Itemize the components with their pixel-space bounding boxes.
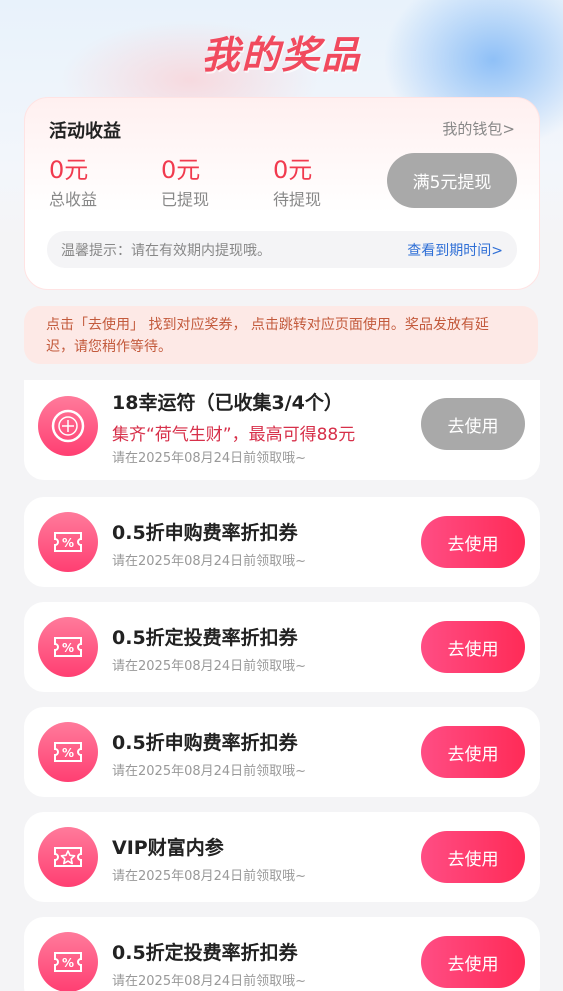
prize-name: VIP财富内参 xyxy=(112,837,224,859)
discount-ticket-icon: % xyxy=(38,512,98,572)
stat-label: 待提现 xyxy=(273,190,322,209)
stat-label: 已提现 xyxy=(161,190,210,209)
prize-name: 18幸运符（已收集3/4个） xyxy=(112,392,343,414)
prize-deadline: 请在2025年08月24日前领取哦~ xyxy=(112,869,307,884)
svg-text:%: % xyxy=(62,956,74,970)
prize-deadline: 请在2025年08月24日前领取哦~ xyxy=(112,554,307,569)
svg-text:%: % xyxy=(62,641,74,655)
use-button[interactable]: 去使用 xyxy=(421,726,525,778)
discount-ticket-icon: % xyxy=(38,722,98,782)
prize-deadline: 请在2025年08月24日前领取哦~ xyxy=(112,659,307,674)
use-button[interactable]: 去使用 xyxy=(421,831,525,883)
vip-star-ticket-icon xyxy=(38,827,98,887)
stat-value: 0元 xyxy=(161,156,201,184)
stat-value: 0元 xyxy=(273,156,313,184)
use-button[interactable]: 去使用 xyxy=(421,621,525,673)
use-button[interactable]: 去使用 xyxy=(421,398,525,450)
view-expiry-link[interactable]: 查看到期时间> xyxy=(407,240,503,260)
lucky-charm-icon xyxy=(38,396,98,456)
stat-value: 0元 xyxy=(49,156,89,184)
prize-item: % 0.5折申购费率折扣券 请在2025年08月24日前领取哦~ 去使用 xyxy=(24,497,540,587)
prize-name: 0.5折定投费率折扣券 xyxy=(112,627,298,649)
discount-ticket-icon: % xyxy=(38,617,98,677)
prize-item: 18幸运符（已收集3/4个） 集齐“荷气生财”，最高可得88元 请在2025年0… xyxy=(24,380,540,480)
stat-total-earnings: 0元 总收益 xyxy=(49,156,139,210)
discount-ticket-icon: % xyxy=(38,932,98,991)
prize-name: 0.5折申购费率折扣券 xyxy=(112,522,298,544)
prize-name: 0.5折申购费率折扣券 xyxy=(112,732,298,754)
earnings-card: 活动收益 我的钱包> 0元 总收益 0元 已提现 0元 待提现 满5元提现 温馨… xyxy=(24,97,540,290)
my-wallet-link[interactable]: 我的钱包> xyxy=(442,118,515,139)
stat-withdrawn: 0元 已提现 xyxy=(161,156,251,210)
prize-deadline: 请在2025年08月24日前领取哦~ xyxy=(112,974,307,989)
withdraw-button[interactable]: 满5元提现 xyxy=(387,153,517,208)
notice-banner: 点击「去使用」 找到对应奖券， 点击跳转对应页面使用。奖品发放有延迟，请您稍作等… xyxy=(24,306,538,364)
earnings-title: 活动收益 xyxy=(49,121,121,142)
tip-bar: 温馨提示：请在有效期内提现哦。 查看到期时间> xyxy=(47,231,517,268)
prize-deadline: 请在2025年08月24日前领取哦~ xyxy=(112,764,307,779)
prize-item: % 0.5折申购费率折扣券 请在2025年08月24日前领取哦~ 去使用 xyxy=(24,707,540,797)
prize-name: 0.5折定投费率折扣券 xyxy=(112,942,298,964)
use-button[interactable]: 去使用 xyxy=(421,516,525,568)
prize-item: VIP财富内参 请在2025年08月24日前领取哦~ 去使用 xyxy=(24,812,540,902)
svg-text:%: % xyxy=(62,746,74,760)
stat-label: 总收益 xyxy=(49,190,98,209)
svg-text:%: % xyxy=(62,536,74,550)
tip-text: 温馨提示：请在有效期内提现哦。 xyxy=(61,242,271,259)
prize-subtitle: 集齐“荷气生财”，最高可得88元 xyxy=(112,425,356,445)
stat-pending: 0元 待提现 xyxy=(273,156,363,210)
use-button[interactable]: 去使用 xyxy=(421,936,525,988)
page-title: 我的奖品 xyxy=(201,33,362,77)
prize-item: % 0.5折定投费率折扣券 请在2025年08月24日前领取哦~ 去使用 xyxy=(24,917,540,991)
prize-item: % 0.5折定投费率折扣券 请在2025年08月24日前领取哦~ 去使用 xyxy=(24,602,540,692)
prize-deadline: 请在2025年08月24日前领取哦~ xyxy=(112,451,307,466)
